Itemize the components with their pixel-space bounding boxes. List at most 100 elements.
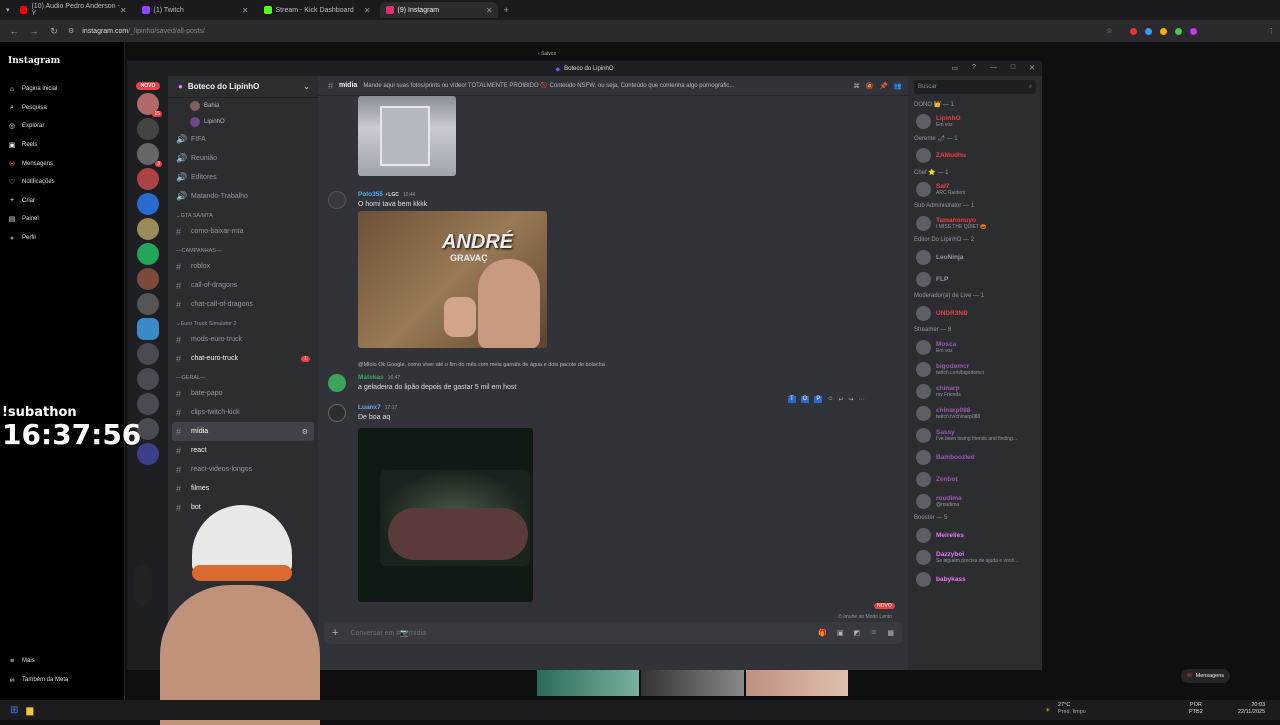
clock[interactable]: 20:03 22/11/2025 bbox=[1238, 702, 1265, 716]
member-item[interactable]: Sassy I've been losing friends and findin… bbox=[908, 424, 1042, 446]
fridge-image[interactable] bbox=[358, 96, 456, 176]
nav-reels[interactable]: ▣ Reels bbox=[8, 136, 124, 155]
role-header[interactable]: Sub Administrator — 1 bbox=[908, 200, 1042, 212]
new-messages-badge[interactable]: NOVO bbox=[874, 603, 895, 609]
server-icon[interactable] bbox=[137, 368, 159, 390]
server-icon-boteco[interactable] bbox=[137, 318, 159, 340]
menu-icon[interactable]: ⋮ bbox=[1268, 27, 1275, 35]
forward-icon[interactable]: ↪ bbox=[849, 396, 854, 403]
nav-dashboard[interactable]: ▤ Painel bbox=[8, 210, 124, 229]
media-thumb[interactable] bbox=[537, 670, 640, 696]
member-item[interactable]: Bamboozled bbox=[908, 446, 1042, 468]
member-item[interactable]: ZAMudhu bbox=[908, 144, 1042, 166]
reply-icon[interactable]: ↩ bbox=[839, 396, 844, 403]
server-icon[interactable] bbox=[137, 218, 159, 240]
member-item[interactable]: LipinhO Em voz bbox=[908, 110, 1042, 132]
server-icon[interactable] bbox=[137, 243, 159, 265]
bookmark-icon[interactable]: ☆ bbox=[1106, 27, 1112, 35]
category-geral[interactable]: — GERAL — bbox=[168, 372, 318, 384]
reply-reference[interactable]: @Mlolo Ok Google, como viver até o fim d… bbox=[358, 362, 605, 368]
media-thumb[interactable] bbox=[641, 670, 744, 696]
member-item[interactable]: chinarp my Friends bbox=[908, 380, 1042, 402]
server-icon[interactable] bbox=[137, 193, 159, 215]
help-icon[interactable]: ? bbox=[972, 64, 976, 72]
category-campanhas[interactable]: — CAMPANHAS — bbox=[168, 245, 318, 257]
server-icon[interactable] bbox=[137, 168, 159, 190]
maximize-icon[interactable]: □ bbox=[1011, 64, 1015, 72]
reaction-p-icon[interactable]: P bbox=[814, 396, 823, 403]
apps-icon[interactable]: ▦ bbox=[887, 629, 894, 637]
tab-kick[interactable]: Stream - Kick Dashboard ✕ bbox=[258, 2, 376, 18]
member-item[interactable]: Zenbot bbox=[908, 468, 1042, 490]
server-icon[interactable] bbox=[137, 343, 159, 365]
server-icon[interactable] bbox=[137, 118, 159, 140]
mute-icon[interactable]: 🔕 bbox=[866, 82, 874, 90]
language-indicator[interactable]: POR PTB2 bbox=[1189, 702, 1203, 716]
channel-chat-call-of-dragons[interactable]: # chat-call-of-dragons bbox=[168, 295, 318, 314]
role-header[interactable]: Streamer — 8 bbox=[908, 324, 1042, 336]
pin-icon[interactable]: 📌 bbox=[880, 82, 888, 90]
channel-roblox[interactable]: # roblox bbox=[168, 257, 318, 276]
voice-user[interactable]: Bahia bbox=[168, 98, 318, 114]
member-item[interactable]: chinarp088 twitch.tv/chinarp088 bbox=[908, 402, 1042, 424]
inbox-icon[interactable]: ▭ bbox=[951, 64, 958, 72]
server-header[interactable]: ● Boteco do LipinhO ⌄ bbox=[168, 76, 318, 98]
close-icon[interactable]: ✕ bbox=[486, 6, 493, 15]
close-icon[interactable]: ✕ bbox=[364, 6, 371, 15]
forward-icon[interactable]: → bbox=[28, 26, 40, 36]
nav-more[interactable]: ≡ Mais bbox=[8, 652, 35, 671]
instagram-logo[interactable]: Instagram bbox=[8, 56, 124, 66]
server-icon[interactable]: 15 bbox=[137, 93, 162, 117]
message-input[interactable]: Conversar em #📷mídia bbox=[350, 629, 426, 637]
channel-filmes[interactable]: # filmes bbox=[168, 479, 318, 498]
weather-icon[interactable]: ☀ bbox=[1045, 707, 1050, 714]
role-header[interactable]: Moderador(a) de Live — 1 bbox=[908, 290, 1042, 302]
new-tab-icon[interactable]: + bbox=[504, 5, 509, 15]
messages-pill[interactable]: ✉ Mensagens bbox=[1181, 669, 1231, 683]
close-icon[interactable]: ✕ bbox=[1029, 64, 1035, 72]
search-input[interactable]: Buscar ⌕ bbox=[914, 80, 1036, 94]
tab-twitch[interactable]: (1) Twitch ✕ bbox=[136, 2, 254, 18]
back-icon[interactable]: ← bbox=[8, 26, 20, 36]
channel-clips[interactable]: # clips-twitch-kick bbox=[168, 403, 318, 422]
member-item[interactable]: bigodemcr twitch.com/bigodemcr bbox=[908, 358, 1042, 380]
channel-call-of-dragons[interactable]: # call-of-dragons bbox=[168, 276, 318, 295]
saved-label[interactable]: ‹ Salvos bbox=[538, 51, 556, 57]
member-item[interactable]: FLP bbox=[908, 268, 1042, 290]
more-icon[interactable]: ⋯ bbox=[859, 396, 865, 403]
url-field[interactable]: instagram.com/_lipinho/saved/all-posts/ bbox=[82, 28, 205, 35]
role-header[interactable]: Gerente 🌶 — 1 bbox=[908, 132, 1042, 144]
nav-search[interactable]: ⌕ Pesquisa bbox=[8, 99, 124, 118]
emoji-icon[interactable]: ☺ bbox=[827, 396, 833, 403]
server-icon[interactable] bbox=[137, 268, 159, 290]
category-gta[interactable]: ⌄ GTA SA/MTA bbox=[168, 210, 318, 222]
category-euro-truck[interactable]: ⌄ Euro Truck Simulator 2 bbox=[168, 318, 318, 330]
nav-home[interactable]: ⌂ Página inicial bbox=[8, 80, 124, 99]
media-thumb[interactable] bbox=[745, 670, 848, 696]
channel-react[interactable]: # react bbox=[168, 441, 318, 460]
nav-create[interactable]: + Criar bbox=[8, 192, 124, 211]
avatar[interactable] bbox=[328, 191, 346, 209]
member-item[interactable]: babykass bbox=[908, 568, 1042, 590]
tab-menu-icon[interactable]: ▾ bbox=[6, 6, 10, 14]
member-item[interactable]: Sal7 ARC Raiders bbox=[908, 178, 1042, 200]
role-header[interactable]: Chef ⭐ — 1 bbox=[908, 166, 1042, 178]
channel-topic[interactable]: Mande aqui suas fotos/prints ou vídeo! T… bbox=[363, 82, 734, 89]
role-header[interactable]: DONO 👑 — 1 bbox=[908, 98, 1042, 110]
member-item[interactable]: Meirelles bbox=[908, 524, 1042, 546]
role-header[interactable]: Booster — 5 bbox=[908, 512, 1042, 524]
channel-bate-papo[interactable]: # bate-papo bbox=[168, 384, 318, 403]
reaction-o-icon[interactable]: O bbox=[800, 396, 810, 403]
gift-icon[interactable]: 🎁 bbox=[818, 629, 827, 637]
extension-icons[interactable] bbox=[1130, 27, 1197, 35]
server-icon[interactable]: 3 bbox=[137, 143, 162, 167]
role-header[interactable]: Editor Do LipinhO — 2 bbox=[908, 234, 1042, 246]
members-icon[interactable]: 👥 bbox=[894, 82, 902, 90]
nav-meta[interactable]: ∞ Também da Meta bbox=[8, 671, 69, 690]
channel-midia[interactable]: # mídia ⚙ bbox=[172, 422, 314, 441]
nav-notifications[interactable]: ♡ Notificações bbox=[8, 173, 124, 192]
gear-icon[interactable]: ⚙ bbox=[302, 428, 308, 436]
file-explorer-icon[interactable]: ▆ bbox=[26, 705, 33, 716]
nav-messages[interactable]: ✉ Mensagens bbox=[8, 154, 124, 173]
server-icon[interactable] bbox=[137, 293, 159, 315]
